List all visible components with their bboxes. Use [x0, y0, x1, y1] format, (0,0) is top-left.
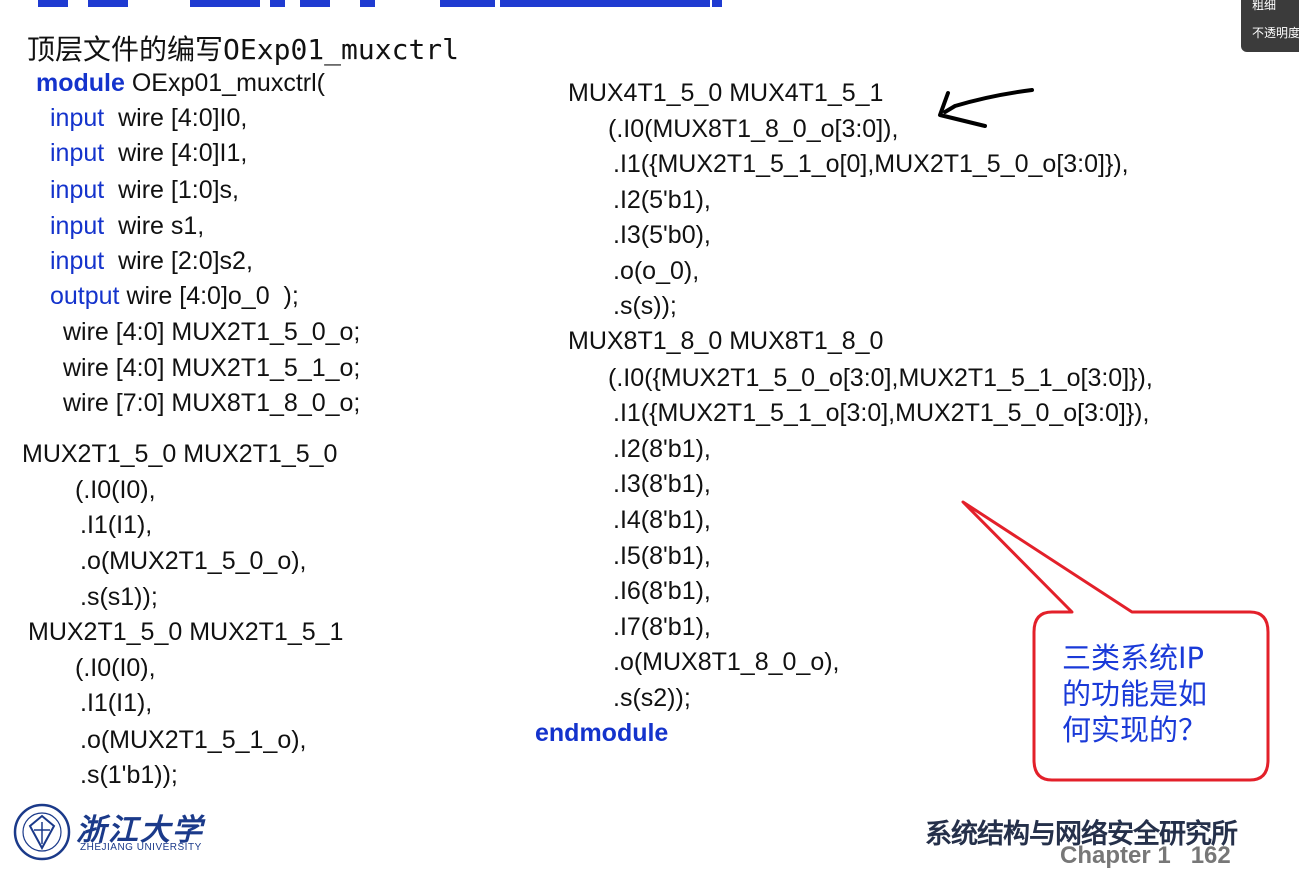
hand-arrow-icon: [943, 88, 1034, 114]
callout-text: 三类系统IP 的功能是如 何实现的？: [1062, 640, 1242, 748]
chapter-page-number: Chapter 1 162: [1060, 842, 1231, 869]
university-name-en: ZHEJIANG UNIVERSITY: [80, 842, 202, 853]
callout-line: 三类系统IP: [1062, 641, 1205, 675]
university-seal-icon: [13, 803, 71, 861]
callout-line: 的功能是如: [1062, 677, 1208, 711]
callout-line: 何实现的？: [1062, 713, 1208, 747]
